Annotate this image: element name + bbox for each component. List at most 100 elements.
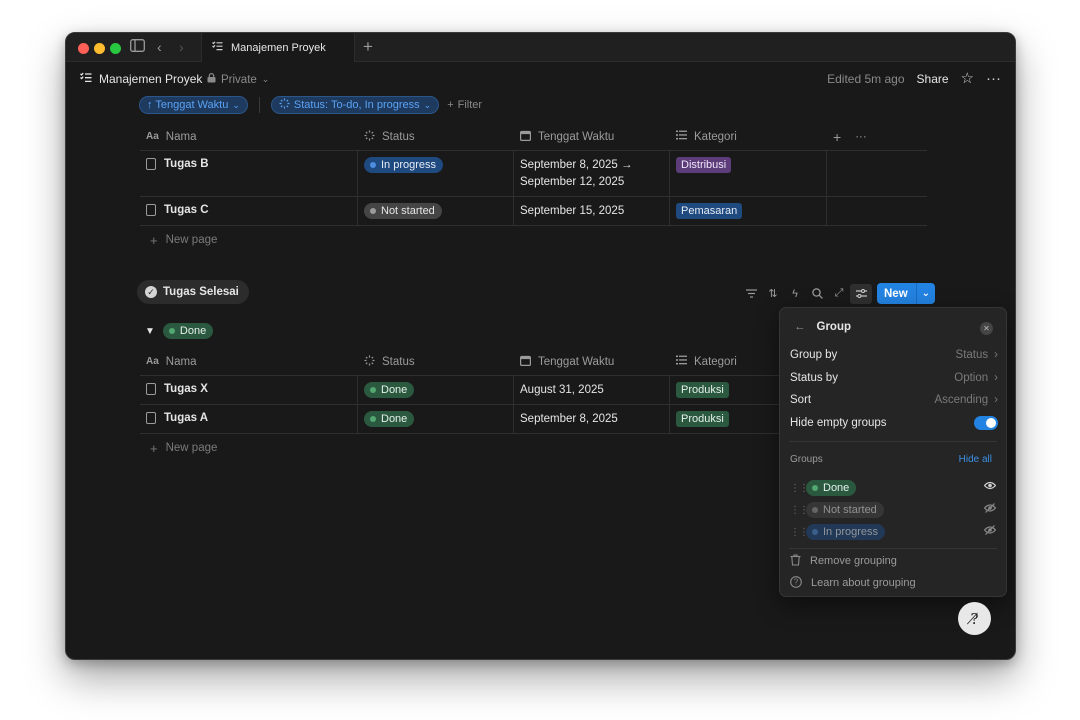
help-assistant-icon[interactable]: ?̸	[958, 602, 991, 635]
task-name: Tugas A	[164, 412, 209, 424]
new-tab-icon[interactable]: +	[363, 37, 373, 57]
privacy-label: Private	[221, 73, 257, 86]
empty-cell	[827, 151, 927, 196]
add-filter-button[interactable]: + Filter	[447, 99, 482, 111]
column-header-tenggat-waktu[interactable]: Tenggat Waktu	[514, 348, 670, 375]
status-cell[interactable]: Not started	[358, 197, 514, 225]
back-arrow-icon[interactable]: ‹	[157, 39, 162, 55]
task-name-cell[interactable]: Tugas A	[140, 405, 358, 433]
status-loading-icon	[364, 355, 375, 369]
status-badge: In progress	[806, 524, 886, 540]
task-name-cell[interactable]: Tugas X	[140, 376, 358, 404]
status-by-option[interactable]: Status by Option ›	[790, 367, 998, 389]
status-cell[interactable]: Done	[358, 376, 514, 404]
date-cell[interactable]: September 15, 2025	[514, 197, 670, 225]
table-row[interactable]: Tugas B In progress September 8, 2025 → …	[140, 151, 927, 197]
search-icon[interactable]	[806, 284, 828, 304]
group-item-done[interactable]: ⋮⋮ Done	[790, 478, 998, 498]
category-tag: Produksi	[676, 382, 729, 398]
back-arrow-icon[interactable]: ←	[794, 321, 806, 333]
breadcrumb[interactable]: Manajemen Proyek	[80, 72, 202, 86]
category-tag: Pemasaran	[676, 203, 743, 219]
category-cell[interactable]: Distribusi	[670, 151, 827, 196]
page-icon	[146, 158, 156, 170]
column-label: Status	[382, 355, 415, 368]
chevron-down-icon: ⌄	[232, 99, 240, 110]
sidebar-toggle-icon[interactable]	[130, 39, 145, 55]
expand-icon[interactable]: ⤢	[828, 284, 850, 304]
table-row[interactable]: Tugas C Not started September 15, 2025 P…	[140, 197, 927, 226]
add-filter-label: Filter	[457, 99, 483, 111]
group-item-not-started[interactable]: ⋮⋮ Not started	[790, 500, 998, 520]
more-options-icon[interactable]: ···	[855, 131, 867, 143]
status-badge: Done	[364, 411, 415, 427]
status-badge: Not started	[806, 502, 884, 518]
drag-handle-icon[interactable]: ⋮⋮	[790, 527, 809, 538]
add-column-icon[interactable]: +	[833, 129, 841, 145]
option-value: Ascending	[934, 394, 989, 406]
new-button-label[interactable]: New	[877, 283, 917, 304]
lightning-icon[interactable]: ϟ	[784, 284, 806, 304]
column-header-tenggat-waktu[interactable]: Tenggat Waktu	[514, 123, 670, 150]
drag-handle-icon[interactable]: ⋮⋮	[790, 505, 809, 516]
sort-chip[interactable]: ↑ Tenggat Waktu ⌄	[139, 96, 248, 114]
hide-all-button[interactable]: Hide all	[959, 454, 992, 465]
panel-header: ← Group	[780, 308, 1006, 346]
column-header-nama[interactable]: Aa Nama	[140, 123, 358, 150]
close-icon[interactable]: ✕	[980, 322, 993, 335]
sort-icon[interactable]: ⇅	[762, 284, 784, 304]
privacy-selector[interactable]: Private ⌄	[207, 73, 269, 86]
more-options-icon[interactable]: ···	[986, 71, 1001, 86]
task-name-cell[interactable]: Tugas B	[140, 151, 358, 196]
settings-sliders-icon[interactable]	[850, 283, 872, 304]
column-label: Nama	[165, 130, 197, 143]
forward-arrow-icon[interactable]: ›	[179, 39, 184, 55]
new-page-button[interactable]: + New page	[140, 226, 927, 254]
star-icon[interactable]: ☆	[961, 71, 974, 86]
eye-icon[interactable]	[983, 481, 997, 493]
checklist-icon	[212, 41, 223, 54]
sort-option[interactable]: Sort Ascending ›	[790, 389, 998, 411]
view-tab-tugas-selesai[interactable]: ✓ Tugas Selesai	[137, 280, 249, 304]
close-window-button[interactable]	[78, 43, 89, 54]
hide-empty-toggle[interactable]	[974, 416, 998, 430]
share-button[interactable]: Share	[917, 72, 949, 86]
group-item-in-progress[interactable]: ⋮⋮ In progress	[790, 522, 998, 542]
status-filter-chip[interactable]: Status: To-do, In progress ⌄	[270, 96, 440, 114]
status-badge: Done	[162, 323, 214, 339]
column-header-kategori[interactable]: Kategori	[670, 123, 827, 150]
date-cell[interactable]: August 31, 2025	[514, 376, 670, 404]
eye-off-icon[interactable]	[983, 525, 997, 538]
task-name-cell[interactable]: Tugas C	[140, 197, 358, 225]
checklist-icon	[80, 72, 92, 86]
column-header-nama[interactable]: Aa Nama	[140, 348, 358, 375]
column-label: Tenggat Waktu	[538, 130, 615, 143]
table-header: Aa Nama Status Tenggat Waktu Kategori	[140, 123, 927, 151]
group-header-done[interactable]: ▼ Done	[145, 323, 214, 339]
text-type-icon: Aa	[146, 356, 159, 367]
category-tag: Produksi	[676, 411, 729, 427]
option-label: Group by	[790, 349, 838, 361]
column-header-status[interactable]: Status	[358, 348, 514, 375]
filter-icon[interactable]	[740, 284, 762, 304]
category-cell[interactable]: Pemasaran	[670, 197, 827, 225]
column-header-status[interactable]: Status	[358, 123, 514, 150]
chevron-down-icon[interactable]: ⌄	[917, 288, 935, 299]
status-cell[interactable]: Done	[358, 405, 514, 433]
minimize-window-button[interactable]	[94, 43, 105, 54]
group-by-option[interactable]: Group by Status ›	[790, 344, 998, 366]
task-name: Tugas B	[164, 158, 209, 170]
drag-handle-icon[interactable]: ⋮⋮	[790, 483, 809, 494]
date-cell[interactable]: September 8, 2025 → September 12, 2025	[514, 151, 670, 196]
column-label: Kategori	[694, 355, 737, 368]
tab-manajemen-proyek[interactable]: Manajemen Proyek	[201, 33, 355, 62]
eye-off-icon[interactable]	[983, 503, 997, 516]
caret-down-icon[interactable]: ▼	[145, 326, 155, 337]
learn-grouping-label: Learn about grouping	[811, 577, 916, 589]
remove-grouping-button[interactable]: Remove grouping	[790, 551, 998, 571]
new-button[interactable]: New ⌄	[877, 283, 936, 304]
status-cell[interactable]: In progress	[358, 151, 514, 196]
learn-about-grouping-link[interactable]: ? Learn about grouping	[790, 573, 998, 593]
maximize-window-button[interactable]	[110, 43, 121, 54]
date-cell[interactable]: September 8, 2025	[514, 405, 670, 433]
